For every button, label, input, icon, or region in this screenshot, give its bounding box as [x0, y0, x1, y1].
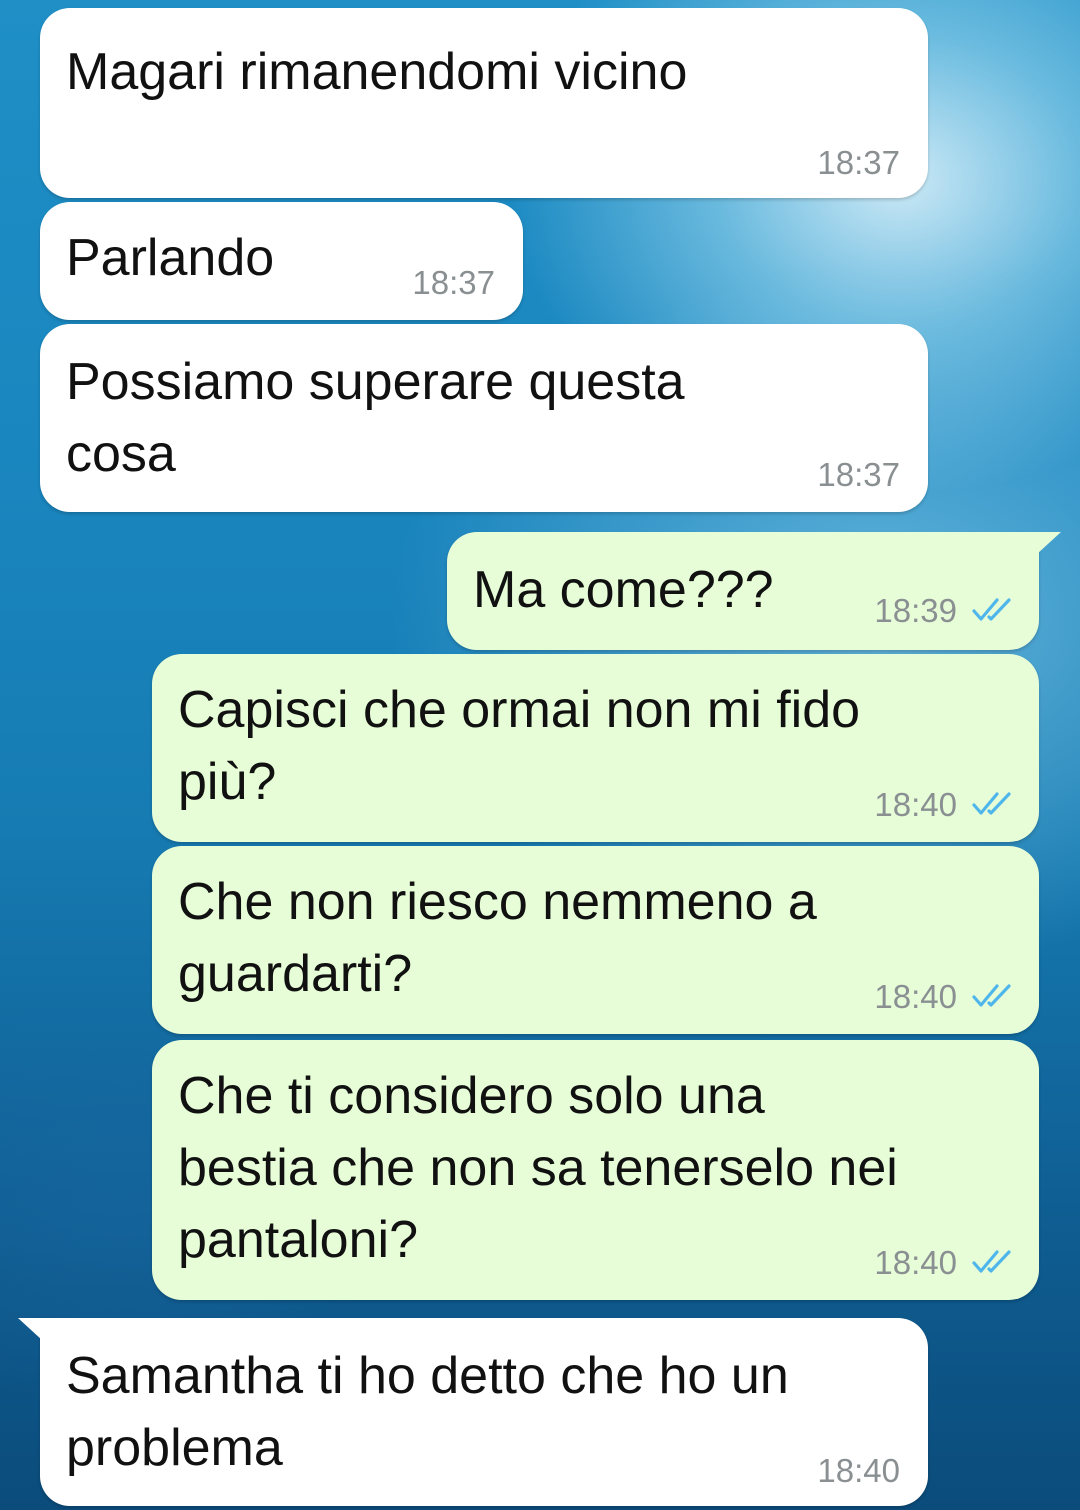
- message-timestamp: 18:40: [874, 786, 957, 823]
- message-timestamp: 18:37: [817, 456, 900, 493]
- message-text: Possiamo superare questa cosa: [66, 353, 685, 483]
- message-timestamp: 18:37: [817, 144, 900, 181]
- read-double-check-icon: [972, 984, 1011, 1007]
- message-text: Capisci che ormai non mi fido più?: [178, 681, 861, 811]
- read-double-check-icon: [972, 792, 1011, 815]
- message-timestamp: 18:40: [817, 1452, 900, 1489]
- outgoing-message-bubble[interactable]: Capisci che ormai non mi fido più? 18:40: [152, 654, 1039, 842]
- message-text: Samantha ti ho detto che ho un problema: [66, 1347, 789, 1477]
- read-double-check-icon: [972, 598, 1011, 621]
- incoming-message-bubble[interactable]: Magari rimanendomi vicino 18:37: [40, 8, 928, 198]
- bubble-tail: [1037, 532, 1061, 554]
- message-timestamp: 18:40: [874, 1244, 957, 1281]
- read-double-check-icon: [972, 1250, 1011, 1273]
- incoming-message-bubble[interactable]: Possiamo superare questa cosa 18:37: [40, 324, 928, 512]
- message-text: Che ti considero solo una bestia che non…: [178, 1067, 898, 1269]
- incoming-message-bubble[interactable]: Parlando 18:37: [40, 202, 523, 320]
- outgoing-message-bubble[interactable]: Che non riesco nemmeno a guardarti? 18:4…: [152, 846, 1039, 1034]
- chat-message-list[interactable]: Magari rimanendomi vicino 18:37 Parlando…: [0, 0, 1080, 1510]
- incoming-message-bubble[interactable]: Samantha ti ho detto che ho un problema …: [18, 1318, 928, 1506]
- message-timestamp: 18:37: [412, 264, 495, 301]
- outgoing-message-bubble[interactable]: Che ti considero solo una bestia che non…: [152, 1040, 1039, 1300]
- message-text: Che non riesco nemmeno a guardarti?: [178, 873, 817, 1003]
- outgoing-message-bubble[interactable]: Ma come??? 18:39: [447, 532, 1061, 650]
- message-timestamp: 18:40: [874, 978, 957, 1015]
- message-text: Magari rimanendomi vicino: [66, 43, 688, 101]
- message-text: Parlando: [66, 229, 275, 287]
- message-timestamp: 18:39: [874, 592, 957, 629]
- message-text: Ma come???: [473, 561, 774, 619]
- bubble-tail: [18, 1318, 42, 1340]
